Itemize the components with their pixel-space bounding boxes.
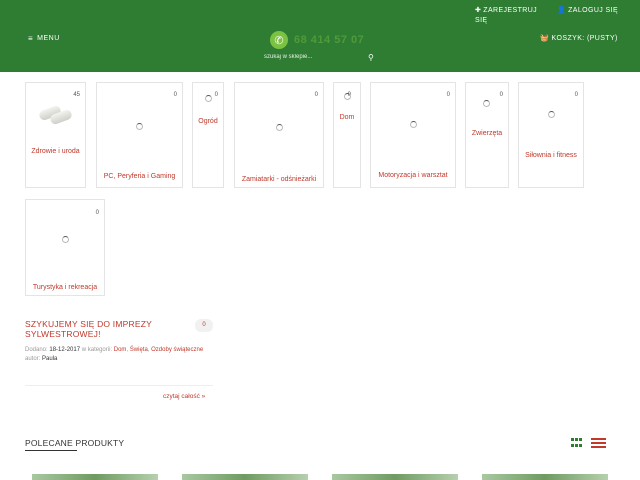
category-name: Zwierzęta xyxy=(471,130,503,137)
search-bar: ⚲ xyxy=(264,50,376,64)
loading-spinner-icon xyxy=(205,95,212,102)
post-meta: Dodano: 18-12-2017 w kategorii: Dom, Świ… xyxy=(25,347,204,362)
category-tile-silownia[interactable]: 0 Siłownia i fitness xyxy=(518,82,584,188)
category-name: Turystyka i rekreacja xyxy=(32,284,98,291)
category-name: Zamiatarki - odśnieżarki xyxy=(241,176,317,183)
basket-icon: 🧺 xyxy=(540,35,550,42)
category-count: 0 xyxy=(214,92,218,98)
category-count: 0 xyxy=(574,92,578,98)
category-tile-turystyka[interactable]: 0 Turystyka i rekreacja xyxy=(25,199,105,296)
read-more-link[interactable]: czytaj całość » xyxy=(163,393,205,400)
category-tile-dom[interactable]: 0 Dom xyxy=(333,82,361,188)
category-label: w kategorii: xyxy=(81,347,113,353)
post-category-link[interactable]: Święta xyxy=(130,347,148,353)
loading-spinner-icon xyxy=(276,124,283,131)
loading-spinner-icon xyxy=(548,111,555,118)
added-label: Dodano: xyxy=(25,347,48,353)
menu-button[interactable]: ≡ MENU xyxy=(28,34,60,43)
category-tile-zwierzeta[interactable]: 0 Zwierzęta xyxy=(465,82,509,188)
loading-spinner-icon xyxy=(136,123,143,130)
loading-spinner-icon xyxy=(62,236,69,243)
category-tile-zdrowie[interactable]: 45 Zdrowie i uroda xyxy=(25,82,86,188)
category-name: Ogród xyxy=(198,118,218,125)
post-title[interactable]: SZYKUJEMY SIĘ DO IMPREZY SYLWESTROWEJ! xyxy=(25,319,195,339)
recommended-title: POLECANE PRODUKTY xyxy=(25,438,125,448)
product-thumbnail[interactable] xyxy=(182,474,308,480)
phone-contact: ✆ 68 414 57 07 xyxy=(270,31,364,49)
post-date: 18-12-2017 xyxy=(49,347,81,353)
list-view-icon[interactable] xyxy=(591,438,606,449)
category-tile-zamiatarki[interactable]: 0 Zamiatarki - odśnieżarki xyxy=(234,82,324,188)
category-name: Motoryzacja i warsztat xyxy=(378,172,448,179)
register-label: ZAREJESTRUJ SIĘ xyxy=(475,7,538,24)
loading-spinner-icon xyxy=(483,100,490,107)
category-name: Dom xyxy=(339,114,355,121)
category-count: 0 xyxy=(95,210,99,216)
phone-icon: ✆ xyxy=(270,31,288,49)
product-thumbnail[interactable] xyxy=(482,474,608,480)
category-count: 0 xyxy=(314,92,318,98)
category-count: 0 xyxy=(173,92,177,98)
category-tile-ogrod[interactable]: 0 Ogród xyxy=(192,82,224,188)
post-author: Paula xyxy=(42,356,58,362)
product-thumbnail[interactable] xyxy=(332,474,458,480)
category-tile-pc[interactable]: 0 PC, Peryferia i Gaming xyxy=(96,82,183,188)
category-count: 45 xyxy=(73,92,80,98)
cart-link[interactable]: 🧺 KOSZYK: (PUSTY) xyxy=(540,34,618,42)
hamburger-icon: ≡ xyxy=(28,34,34,43)
category-name: PC, Peryferia i Gaming xyxy=(103,173,176,180)
search-input[interactable] xyxy=(264,51,364,63)
post-divider xyxy=(25,385,213,386)
category-name: Zdrowie i uroda xyxy=(31,148,80,155)
site-header: ≡ MENU ✚ ZAREJESTRUJ SIĘ 👤 ZALOGUJ SIĘ ✆ 6… xyxy=(0,0,640,72)
plus-icon: ✚ xyxy=(475,7,482,14)
comment-count-badge: 0 xyxy=(195,319,213,332)
cart-label: KOSZYK: (PUSTY) xyxy=(551,35,618,42)
capsule-image xyxy=(36,102,74,126)
post-category-link[interactable]: Dom xyxy=(114,347,127,353)
product-thumbnail[interactable] xyxy=(32,474,158,480)
loading-spinner-icon xyxy=(344,93,351,100)
category-count: 0 xyxy=(499,92,503,98)
search-icon[interactable]: ⚲ xyxy=(368,53,374,62)
category-name: Siłownia i fitness xyxy=(525,152,577,159)
category-count: 0 xyxy=(446,92,450,98)
author-label: autor: xyxy=(25,356,41,362)
phone-number: 68 414 57 07 xyxy=(294,34,365,46)
recommended-underline xyxy=(25,450,77,451)
post-category-link[interactable]: Ozdoby świąteczne xyxy=(151,347,203,353)
menu-label: MENU xyxy=(37,35,60,42)
login-link[interactable]: 👤 ZALOGUJ SIĘ xyxy=(557,6,627,16)
user-icon: 👤 xyxy=(557,7,567,14)
register-link[interactable]: ✚ ZAREJESTRUJ SIĘ xyxy=(475,6,545,26)
login-label: ZALOGUJ SIĘ xyxy=(568,7,619,14)
grid-view-icon[interactable] xyxy=(571,438,584,449)
loading-spinner-icon xyxy=(410,121,417,128)
category-tile-motoryzacja[interactable]: 0 Motoryzacja i warsztat xyxy=(370,82,456,188)
